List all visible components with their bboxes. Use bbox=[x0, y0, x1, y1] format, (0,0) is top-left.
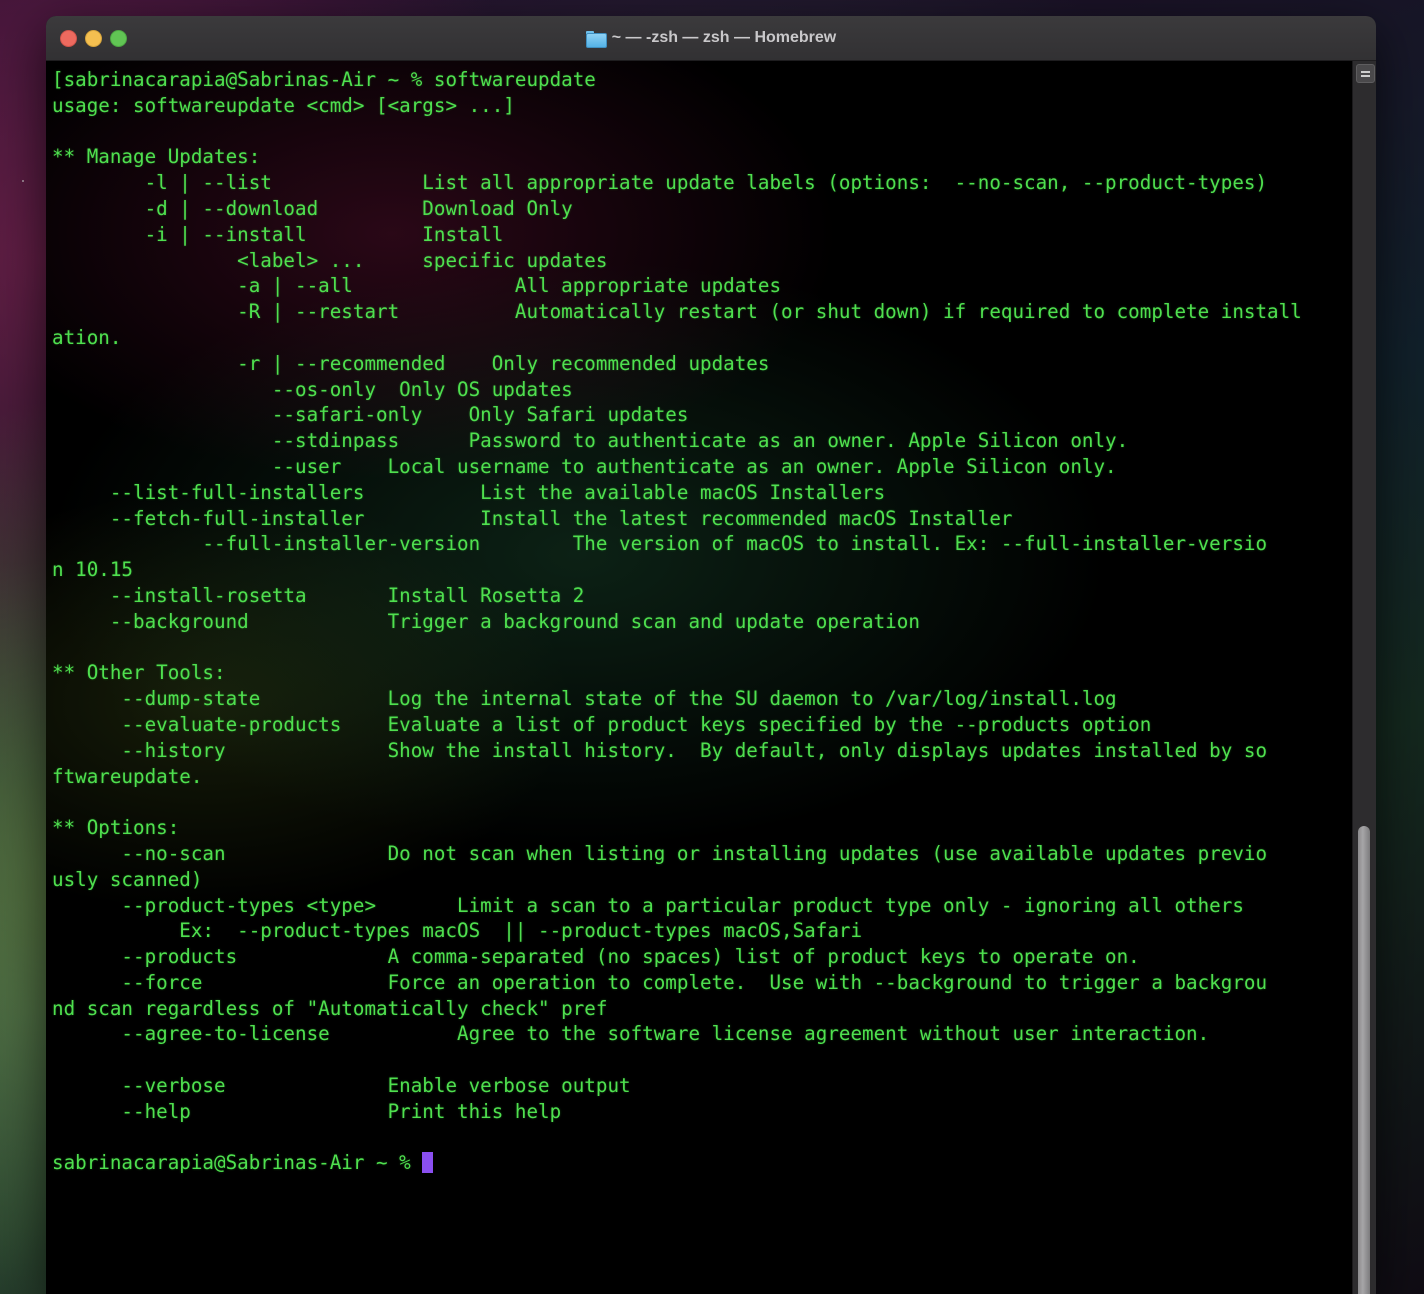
terminal-line: ** Options: bbox=[52, 816, 180, 840]
terminal-line: -R | --restart Automatically restart (or… bbox=[52, 300, 1302, 324]
terminal-screen[interactable]: [sabrinacarapia@Sabrinas-Air ~ % softwar… bbox=[46, 61, 1302, 1176]
terminal-line: --safari-only Only Safari updates bbox=[52, 403, 689, 427]
terminal-line: ftwareupdate. bbox=[52, 764, 203, 788]
terminal-line: ation. bbox=[52, 325, 122, 349]
scrollbar-up-button[interactable] bbox=[1356, 64, 1375, 83]
terminal-line: usage: softwareupdate <cmd> [<args> ...] bbox=[52, 93, 515, 117]
terminal-line: --product-types <type> Limit a scan to a… bbox=[52, 893, 1244, 917]
terminal-line: usly scanned) bbox=[52, 867, 203, 891]
text-cursor bbox=[422, 1152, 434, 1174]
terminal-line: --no-scan Do not scan when listing or in… bbox=[52, 841, 1268, 865]
terminal-line: nd scan regardless of "Automatically che… bbox=[52, 996, 608, 1020]
maximize-button[interactable] bbox=[110, 29, 127, 47]
terminal-line: --user Local username to authenticate as… bbox=[52, 454, 1117, 478]
terminal-line: n 10.15 bbox=[52, 558, 134, 582]
terminal-line: -d | --download Download Only bbox=[52, 196, 573, 220]
terminal-line: --fetch-full-installer Install the lates… bbox=[52, 506, 1013, 530]
folder-icon bbox=[585, 30, 607, 48]
terminal-line: --verbose Enable verbose output bbox=[52, 1074, 631, 1098]
terminal-line: --history Show the install history. By d… bbox=[52, 738, 1268, 762]
terminal-line: --evaluate-products Evaluate a list of p… bbox=[52, 712, 1152, 736]
terminal-line: --help Print this help bbox=[52, 1099, 562, 1123]
window-title-text: ~ — -zsh — zsh — Homebrew bbox=[611, 29, 837, 46]
vertical-scrollbar[interactable] bbox=[1352, 61, 1376, 1294]
terminal-line: --background Trigger a background scan a… bbox=[52, 609, 920, 633]
terminal-line: ** Manage Updates: bbox=[52, 145, 261, 169]
window-title: ~ — -zsh — zsh — Homebrew bbox=[46, 16, 1376, 60]
terminal-line: --list-full-installers List the availabl… bbox=[52, 480, 886, 504]
terminal-line: --stdinpass Password to authenticate as … bbox=[52, 429, 1129, 453]
terminal-line: -i | --install Install bbox=[52, 222, 504, 246]
terminal-line: <label> ... specific updates bbox=[52, 248, 608, 272]
terminal-line: [sabrinacarapia@Sabrinas-Air ~ % softwar… bbox=[52, 68, 596, 91]
terminal-line: -r | --recommended Only recommended upda… bbox=[52, 351, 770, 375]
terminal-line: --full-installer-version The version of … bbox=[52, 532, 1268, 556]
scrollbar-thumb[interactable] bbox=[1358, 826, 1370, 1294]
terminal-line: sabrinacarapia@Sabrinas-Air ~ % bbox=[52, 1150, 1302, 1176]
terminal-line: -a | --all All appropriate updates bbox=[52, 274, 782, 298]
traffic-lights bbox=[46, 29, 127, 47]
terminal-line: -l | --list List all appropriate update … bbox=[52, 171, 1268, 195]
terminal-line: ** Other Tools: bbox=[52, 661, 226, 685]
terminal-output-area[interactable]: [sabrinacarapia@Sabrinas-Air ~ % softwar… bbox=[46, 61, 1376, 1294]
terminal-line: --install-rosetta Install Rosetta 2 bbox=[52, 583, 585, 607]
terminal-line: --os-only Only OS updates bbox=[52, 377, 573, 401]
terminal-line: --dump-state Log the internal state of t… bbox=[52, 687, 1117, 711]
minimize-button[interactable] bbox=[85, 29, 102, 47]
terminal-line: Ex: --product-types macOS || --product-t… bbox=[52, 919, 863, 943]
terminal-line: --products A comma-separated (no spaces)… bbox=[52, 945, 1140, 969]
wallpaper-star bbox=[22, 180, 24, 182]
terminal-window[interactable]: ~ — -zsh — zsh — Homebrew [sabrinacarapi… bbox=[46, 16, 1376, 1294]
terminal-line: --agree-to-license Agree to the software… bbox=[52, 1022, 1210, 1046]
window-titlebar[interactable]: ~ — -zsh — zsh — Homebrew bbox=[46, 16, 1376, 61]
close-button[interactable] bbox=[60, 29, 77, 47]
terminal-line: --force Force an operation to complete. … bbox=[52, 970, 1268, 994]
